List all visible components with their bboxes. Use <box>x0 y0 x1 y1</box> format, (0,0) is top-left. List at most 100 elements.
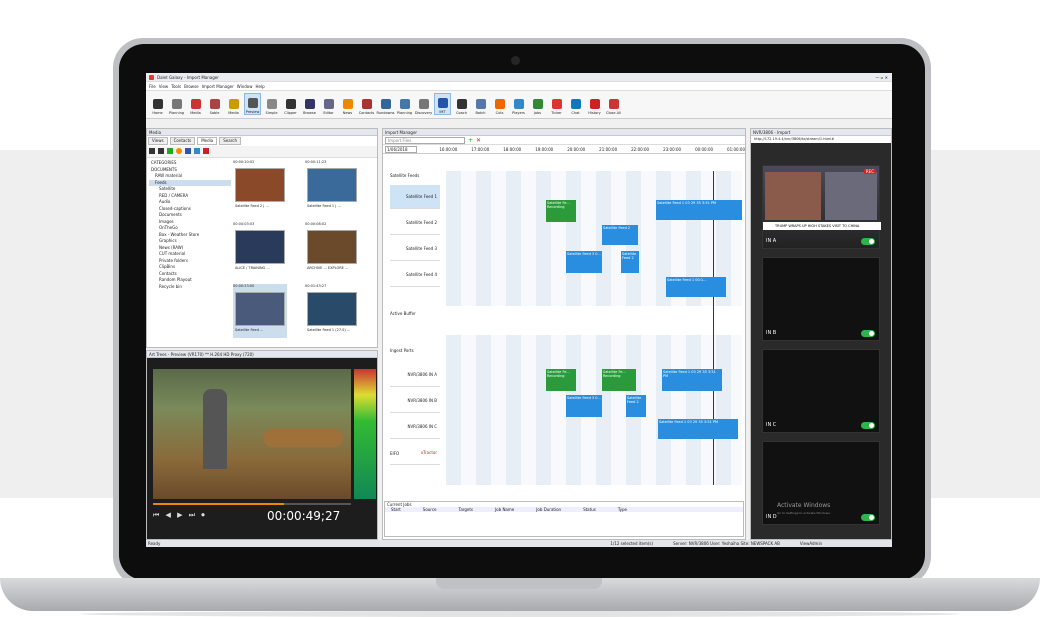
monitor-in-a[interactable]: REC TRUMP WRAPS UP HIGH STAKES VISIT TO … <box>762 165 881 249</box>
ribbon-button[interactable]: IMT <box>434 93 451 115</box>
job-column[interactable]: Job Duration <box>536 507 561 512</box>
timeline-event[interactable]: Satellite Feed 1 03 29 35 3:51 PM <box>662 369 722 391</box>
delete-icon[interactable]: ✕ <box>476 137 481 144</box>
media-thumbnail[interactable]: 00:00:23:00 Satellite Feed ... <box>233 284 287 338</box>
ribbon-button[interactable]: Ticker <box>548 93 565 115</box>
monitor-in-d[interactable]: IN D Activate Windows Go to Settings to … <box>762 441 880 525</box>
ribbon-button[interactable]: Preview <box>244 93 261 115</box>
timeline-event[interactable]: Satellite Fe... Recording <box>546 369 576 391</box>
menu-item[interactable]: Tools <box>171 84 181 89</box>
timeline-event[interactable]: Satellite Feed 3 0... <box>566 251 602 273</box>
menu-item[interactable]: Window <box>237 84 253 89</box>
timeline-event[interactable]: Satellite Feed 2 <box>602 225 638 245</box>
twitter-icon[interactable] <box>194 148 200 154</box>
lane-label[interactable]: Satellite Feed 2 <box>390 211 440 235</box>
ribbon-button[interactable]: News <box>339 93 356 115</box>
ribbon-button[interactable]: Media <box>225 93 242 115</box>
job-column[interactable]: Type <box>618 507 627 512</box>
window-controls[interactable]: — ▫ ✕ <box>875 75 892 80</box>
lane-label[interactable]: Satellite Feed 4 <box>390 263 440 287</box>
monitor-in-b[interactable]: IN B <box>762 257 880 341</box>
job-column[interactable]: Source <box>423 507 437 512</box>
list-view-icon[interactable] <box>158 148 164 154</box>
add-icon[interactable]: + <box>468 137 473 144</box>
date-picker[interactable]: 1/06/2018 <box>385 145 418 153</box>
lane-label[interactable]: Satellite Feed 1 <box>390 185 440 209</box>
channel-toggle[interactable] <box>861 422 875 429</box>
menu-item[interactable]: Browse <box>184 84 199 89</box>
media-thumbnail[interactable]: 00:00:11:23 Satellite Feed 1 | ... <box>305 160 359 214</box>
ribbon-button[interactable]: Close All <box>605 93 622 115</box>
ribbon-button[interactable]: Browse <box>301 93 318 115</box>
media-thumbnail[interactable]: 00:00:08:02 ARCHIVE ... EXPLORE ... <box>305 222 359 276</box>
monitor-in-c[interactable]: IN C <box>762 349 880 433</box>
ribbon-button[interactable]: History <box>586 93 603 115</box>
job-column[interactable]: Targets <box>459 507 473 512</box>
lane-label[interactable]: NVR/3806 IN A <box>390 363 440 387</box>
group-header[interactable]: Active Buffer <box>390 311 416 316</box>
lane-label[interactable]: Satellite Feed 3 <box>390 237 440 261</box>
timeline-event[interactable]: Satellite Feed 2 <box>626 395 646 417</box>
timeline-event[interactable]: Satellite Feed 2 <box>621 251 639 273</box>
lane-label[interactable]: NVR/3806 IN B <box>390 389 440 413</box>
ribbon-button[interactable]: Contacts <box>358 93 375 115</box>
media-tab[interactable]: Search <box>219 137 241 145</box>
refresh-icon[interactable] <box>176 148 182 154</box>
check-icon[interactable] <box>167 148 173 154</box>
job-column[interactable]: Job Name <box>495 507 514 512</box>
ribbon-button[interactable]: Planning <box>168 93 185 115</box>
ribbon-button[interactable]: Editor <box>320 93 337 115</box>
timeline-event[interactable]: Satellite Feed 1 03 29 35 3:51 PM <box>656 200 742 220</box>
ribbon-button[interactable]: Batch <box>472 93 489 115</box>
media-thumbnail[interactable]: 00:01:43:27 Satellite Feed 1 (27.0) ... <box>305 284 359 338</box>
media-tab[interactable]: Contacts <box>169 137 196 145</box>
job-column[interactable]: Start <box>391 507 401 512</box>
ribbon-button[interactable]: Clipper <box>282 93 299 115</box>
import-manager-tab[interactable]: Import Manager <box>383 129 745 136</box>
ribbon-button[interactable]: Coach <box>453 93 470 115</box>
media-tab[interactable]: Media <box>197 137 218 145</box>
group-header[interactable]: Satellite Feeds <box>390 173 419 178</box>
channel-toggle[interactable] <box>861 330 875 337</box>
tree-item[interactable]: Recycle bin <box>149 284 231 291</box>
media-thumbnail[interactable]: 00:00:10:02 Satellite Feed 2 | ... <box>233 160 287 214</box>
menu-item[interactable]: File <box>149 84 156 89</box>
media-thumbnail[interactable]: 00:00:03:03 ALICE / TRAINING ... <box>233 222 287 276</box>
import-search-input[interactable]: Import Files <box>385 136 465 144</box>
youtube-icon[interactable] <box>203 148 209 154</box>
ribbon-button[interactable]: Rundowns <box>377 93 395 115</box>
job-column[interactable]: Status <box>583 507 596 512</box>
ribbon-button[interactable]: Simple <box>263 93 280 115</box>
media-tab[interactable]: Views <box>148 137 168 145</box>
timeline-event[interactable]: Satellite Feed 3 0... <box>566 395 602 417</box>
lane-label[interactable]: NVR/3806 IN C <box>390 415 440 439</box>
ribbon-button[interactable]: Players <box>510 93 527 115</box>
ribbon-button[interactable]: Planning <box>396 93 413 115</box>
group-header[interactable]: EIFO <box>390 451 399 456</box>
scrub-bar[interactable] <box>153 503 351 505</box>
timeline-event[interactable]: Satellite Feed 1 00:1... <box>666 277 726 297</box>
ribbon-button[interactable]: Cuts <box>491 93 508 115</box>
ribbon-button[interactable]: Discovery <box>415 93 432 115</box>
ribbon-button[interactable]: Sable <box>206 93 223 115</box>
menu-item[interactable]: Help <box>256 84 265 89</box>
ribbon-button[interactable]: Home <box>149 93 166 115</box>
group-header[interactable]: Ingest Ports <box>390 348 414 353</box>
ribbon-button[interactable]: Chat <box>567 93 584 115</box>
menu-item[interactable]: Import Manager <box>202 84 234 89</box>
timeline-event[interactable]: Satellite Fe... Recording <box>602 369 636 391</box>
video-frame[interactable] <box>153 369 351 499</box>
channel-toggle[interactable] <box>861 514 875 521</box>
monitor-url[interactable]: http://172.19.4.4/nvr/3806/tx/stream/1.h… <box>751 136 891 143</box>
timeline-event[interactable]: Satellite Fe... Recording <box>546 200 576 222</box>
ribbon-button[interactable]: Media <box>187 93 204 115</box>
transport-controls[interactable]: ⏮ ◀ ▶ ⏭ ⏺ <box>153 511 207 520</box>
laptop-shadow <box>80 611 960 617</box>
channel-toggle[interactable] <box>861 238 875 245</box>
status-right: Server: NVR/3806 User: Yeshaiha Site: NE… <box>673 541 780 546</box>
ribbon-button[interactable]: Jobs <box>529 93 546 115</box>
grid-view-icon[interactable] <box>149 148 155 154</box>
menu-item[interactable]: View <box>159 84 169 89</box>
facebook-icon[interactable] <box>185 148 191 154</box>
timeline-event[interactable]: Satellite Feed 1 03 29 35 3:51 PM <box>658 419 738 439</box>
